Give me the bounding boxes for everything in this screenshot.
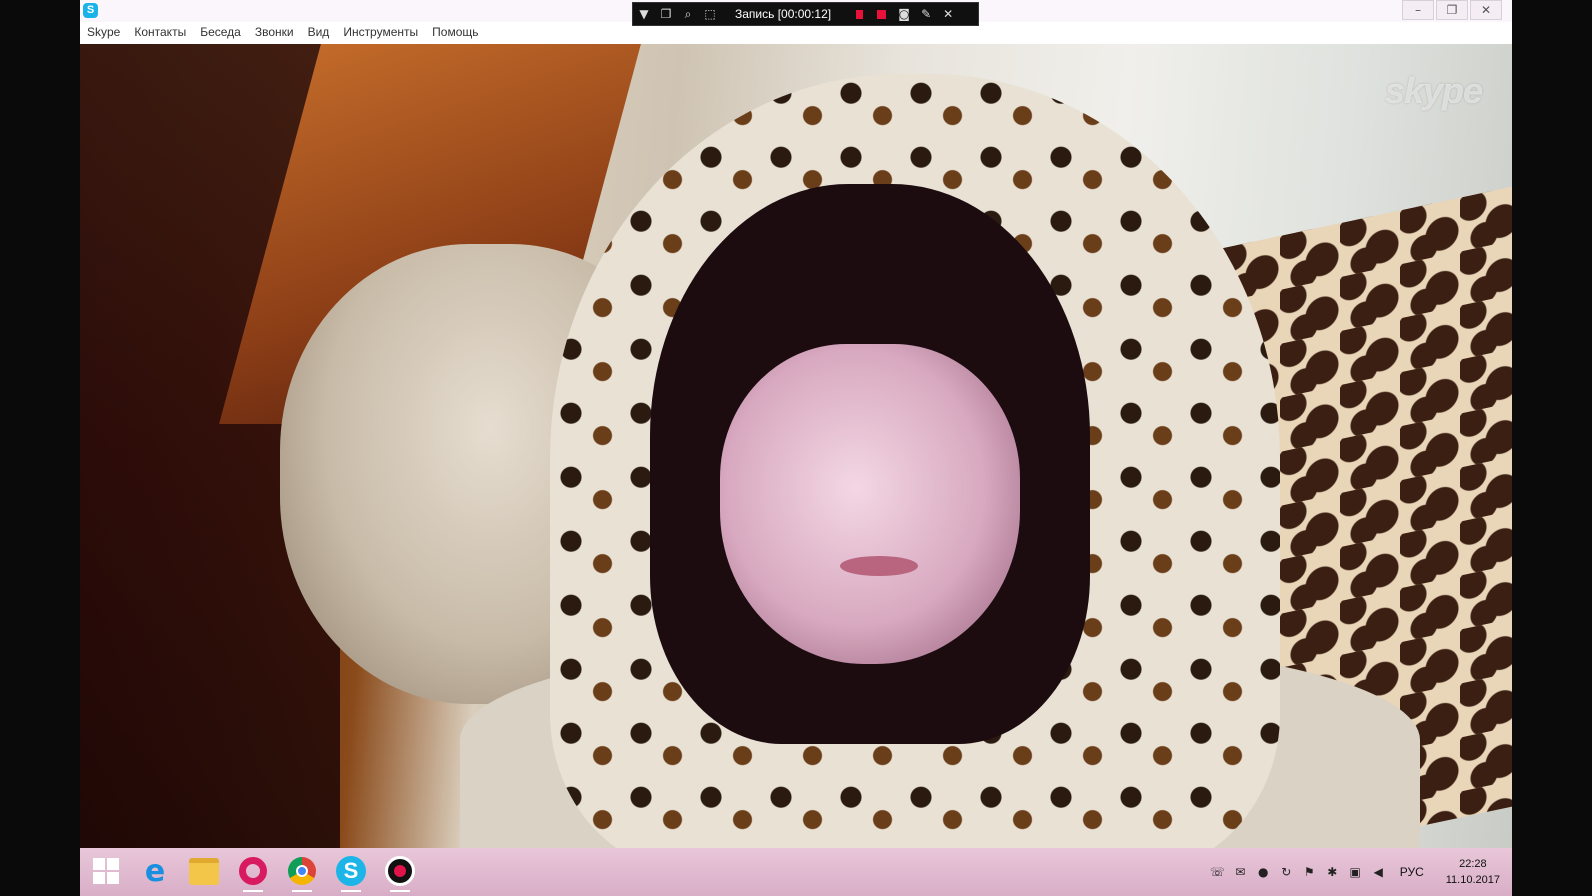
start-button[interactable] xyxy=(88,853,124,889)
chrome-icon xyxy=(288,857,316,885)
menu-item-conversation[interactable]: Беседа xyxy=(200,25,241,39)
system-tray: ☏ ✉ ● ↻ ⚑ ✱ ▣ ◀ РУС 22:28 11.10.2017 xyxy=(1206,848,1500,896)
pen-icon[interactable]: ✎ xyxy=(915,4,937,24)
flag-icon[interactable]: ⚑ xyxy=(1298,862,1321,882)
language-indicator[interactable]: РУС xyxy=(1400,865,1424,879)
menu-item-tools[interactable]: Инструменты xyxy=(343,25,418,39)
taskbar: e S ☏ ✉ ● ↻ ⚑ ✱ ▣ ◀ РУС 22:28 11.10.2017 xyxy=(80,848,1512,896)
recording-time-label: Запись [00:00:12] xyxy=(735,7,832,21)
internet-explorer-button[interactable]: e xyxy=(137,853,173,889)
zoom-icon[interactable]: ⌕ xyxy=(677,4,699,24)
minimize-button[interactable]: – xyxy=(1402,0,1434,20)
volume-icon[interactable]: ◀ xyxy=(1367,862,1390,882)
chrome-button[interactable] xyxy=(284,853,320,892)
clock-time: 22:28 xyxy=(1459,858,1487,870)
taskbar-apps: e S xyxy=(88,853,418,892)
camera-icon[interactable]: ◙ xyxy=(893,4,915,24)
windows-logo-icon xyxy=(93,858,119,884)
record-tray-icon[interactable]: ● xyxy=(1252,862,1275,882)
video-call-area[interactable]: skype xyxy=(80,44,1512,848)
screen-recorder-button[interactable] xyxy=(382,853,418,892)
skype-logo-icon: S xyxy=(83,3,98,18)
menu-item-calls[interactable]: Звонки xyxy=(255,25,294,39)
close-icon[interactable]: ✕ xyxy=(937,4,959,24)
stop-icon[interactable] xyxy=(877,9,887,19)
update-tray-icon[interactable]: ↻ xyxy=(1275,862,1298,882)
region-icon[interactable]: ⬚ xyxy=(699,4,721,24)
skype-watermark: skype xyxy=(1384,70,1483,111)
internet-explorer-icon: e xyxy=(144,853,166,889)
menu-item-view[interactable]: Вид xyxy=(308,25,330,39)
opera-icon xyxy=(239,857,267,885)
chat-tray-icon[interactable]: ✉ xyxy=(1229,862,1252,882)
clock-date: 11.10.2017 xyxy=(1445,874,1500,886)
skype-taskbar-button[interactable]: S xyxy=(333,853,369,892)
restore-button[interactable]: ❐ xyxy=(1436,0,1468,20)
skype-icon: S xyxy=(336,856,366,886)
settings-tray-icon[interactable]: ✱ xyxy=(1321,862,1344,882)
window-icon[interactable]: ❐ xyxy=(655,4,677,24)
clock[interactable]: 22:28 11.10.2017 xyxy=(1446,856,1500,888)
menu-item-help[interactable]: Помощь xyxy=(432,25,478,39)
recording-toolbar: ▼ ❐ ⌕ ⬚ Запись [00:00:12] ◙ ✎ ✕ xyxy=(632,2,979,26)
menu-item-contacts[interactable]: Контакты xyxy=(134,25,186,39)
skype-window: S – ❐ ✕ ▼ ❐ ⌕ ⬚ Запись [00:00:12] ◙ ✎ ✕ … xyxy=(80,0,1512,848)
person-face xyxy=(720,344,1020,664)
file-explorer-button[interactable] xyxy=(186,853,222,889)
close-button[interactable]: ✕ xyxy=(1470,0,1502,20)
skype-tray-icon[interactable]: ☏ xyxy=(1206,862,1229,882)
dropdown-icon[interactable]: ▼ xyxy=(633,4,655,24)
menu-item-skype[interactable]: Skype xyxy=(87,25,120,39)
window-controls: – ❐ ✕ xyxy=(1400,0,1502,20)
record-icon xyxy=(385,856,415,886)
folder-icon xyxy=(189,857,219,885)
opera-button[interactable] xyxy=(235,853,271,892)
pause-icon[interactable] xyxy=(856,9,864,19)
network-icon[interactable]: ▣ xyxy=(1344,862,1367,882)
